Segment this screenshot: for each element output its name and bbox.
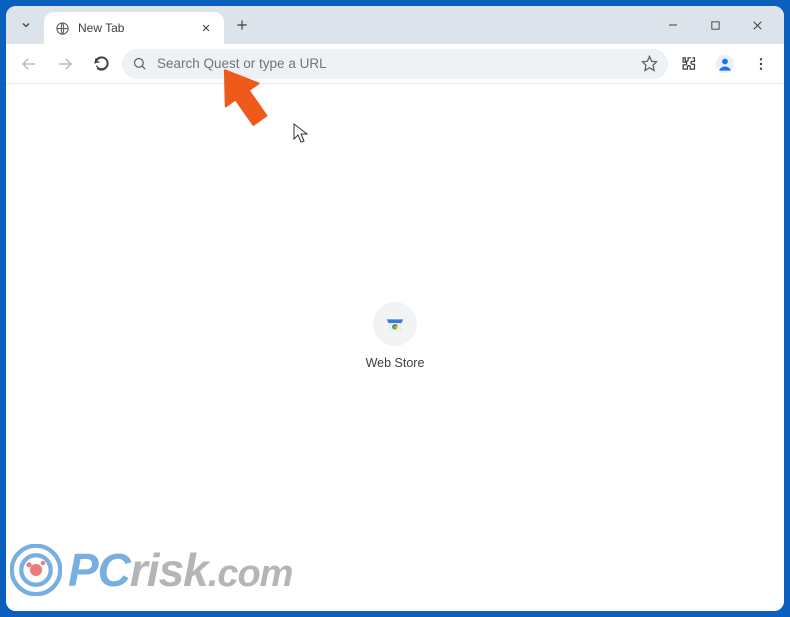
nav-back-button[interactable] <box>14 49 44 79</box>
minimize-icon <box>667 19 679 31</box>
shortcut-web-store[interactable]: Web Store <box>340 302 450 370</box>
menu-button[interactable] <box>746 49 776 79</box>
close-icon <box>751 19 764 32</box>
toolbar <box>6 44 784 84</box>
tab-title: New Tab <box>78 21 190 35</box>
maximize-icon <box>710 20 721 31</box>
close-window-button[interactable] <box>736 9 778 41</box>
page-content: Web Store <box>6 84 784 611</box>
person-icon <box>715 54 735 74</box>
arrow-left-icon <box>20 55 38 73</box>
tab-new-tab[interactable]: New Tab <box>44 12 224 44</box>
chevron-down-icon <box>20 19 32 31</box>
tab-strip: New Tab <box>6 6 784 44</box>
shortcut-grid: Web Store <box>6 302 784 370</box>
extensions-button[interactable] <box>674 49 704 79</box>
minimize-button[interactable] <box>652 9 694 41</box>
star-icon <box>641 55 658 72</box>
window-controls <box>652 9 778 41</box>
tab-close-button[interactable] <box>198 20 214 36</box>
plus-icon <box>235 18 249 32</box>
globe-icon <box>54 20 70 36</box>
omnibox[interactable] <box>122 49 668 79</box>
profile-button[interactable] <box>710 49 740 79</box>
search-icon <box>132 56 147 71</box>
reload-button[interactable] <box>86 49 116 79</box>
vertical-dots-icon <box>753 56 769 72</box>
bookmark-button[interactable] <box>641 55 658 72</box>
tabs-dropdown-button[interactable] <box>12 11 40 39</box>
arrow-right-icon <box>56 55 74 73</box>
reload-icon <box>93 55 110 72</box>
new-tab-button[interactable] <box>228 11 256 39</box>
puzzle-icon <box>681 55 698 72</box>
browser-window: New Tab <box>6 6 784 611</box>
address-bar-input[interactable] <box>157 56 631 71</box>
nav-forward-button[interactable] <box>50 49 80 79</box>
shortcut-label: Web Store <box>366 356 425 370</box>
web-store-icon <box>373 302 417 346</box>
maximize-button[interactable] <box>694 9 736 41</box>
close-icon <box>201 23 211 33</box>
